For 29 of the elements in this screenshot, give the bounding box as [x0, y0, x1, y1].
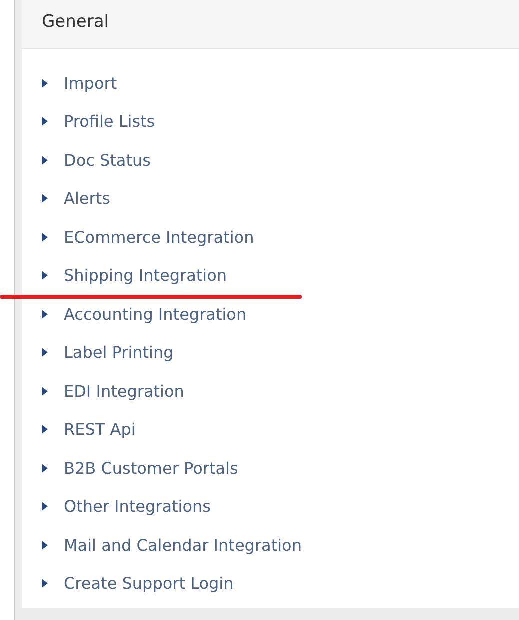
caret-icon: [42, 540, 48, 550]
caret-icon: [42, 386, 48, 396]
caret-icon: [42, 78, 48, 88]
caret-icon: [42, 310, 48, 319]
menu-link[interactable]: B2B Customer Portals: [64, 458, 238, 478]
caret-icon: [42, 194, 48, 204]
menu-link[interactable]: Profile Lists: [64, 112, 156, 132]
menu-link[interactable]: REST Api: [64, 420, 136, 440]
menu-link[interactable]: Other Integrations: [64, 497, 212, 516]
caret-icon: [42, 156, 48, 165]
panel-title: General: [42, 12, 109, 32]
caret-icon: [42, 502, 48, 512]
caret-icon: [42, 425, 48, 434]
menu-link[interactable]: Import: [64, 74, 118, 93]
menu-link[interactable]: Shipping Integration: [64, 266, 228, 286]
menu-link[interactable]: Mail and Calendar Integration: [64, 536, 302, 555]
menu-link[interactable]: Accounting Integration: [64, 304, 247, 324]
menu-link[interactable]: Alerts: [64, 189, 110, 208]
menu-link[interactable]: Doc Status: [64, 150, 151, 170]
caret-icon: [42, 464, 48, 473]
caret-icon: [42, 232, 48, 242]
menu-link[interactable]: Create Support Login: [64, 574, 234, 594]
menu-link[interactable]: ECommerce Integration: [64, 228, 254, 247]
menu-link[interactable]: Label Printing: [64, 343, 174, 362]
caret-icon: [42, 271, 48, 280]
menu-link[interactable]: EDI Integration: [64, 382, 184, 401]
caret-icon: [42, 348, 48, 358]
caret-icon: [42, 579, 48, 588]
caret-icon: [42, 117, 48, 126]
